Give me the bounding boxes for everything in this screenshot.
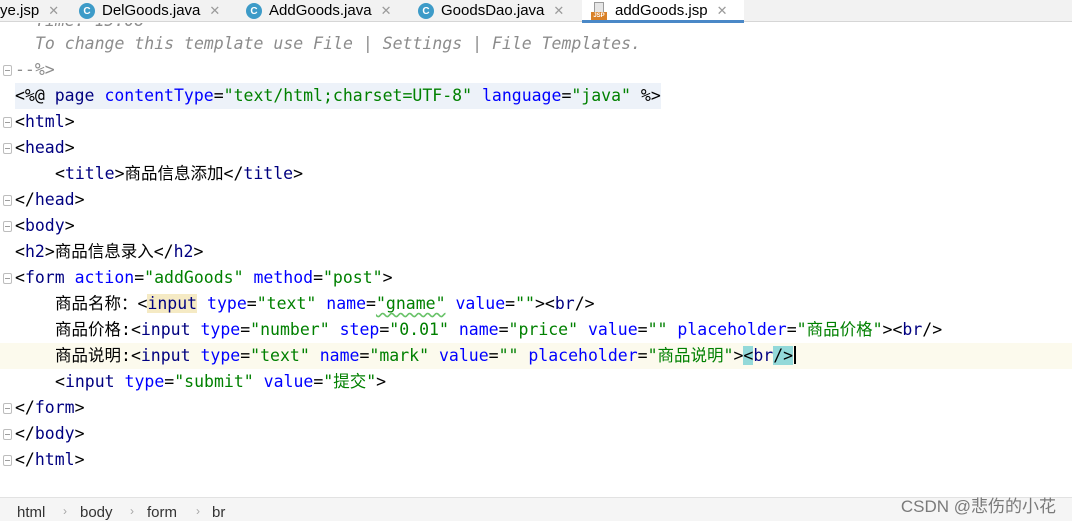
input-submit-line: <input type="submit" value="提交"> [55,372,387,391]
editor-tab-bar: ye.jsp ✕ C DelGoods.java ✕ C AddGoods.ja… [0,0,1072,23]
code-line: <h2>商品信息录入</h2> [0,239,1072,265]
close-icon[interactable]: ✕ [209,3,220,19]
close-icon[interactable]: ✕ [553,3,564,19]
tab-label: ye.jsp [0,2,40,19]
chevron-right-icon: › [130,504,134,518]
code-line: <input type="submit" value="提交"> [0,369,1072,395]
breadcrumb-item-html[interactable]: html [17,504,45,521]
code-line: --%> [0,57,1072,83]
input-price-line: 商品价格:<input type="number" step="0.01" na… [55,320,943,339]
close-icon[interactable]: ✕ [717,3,728,19]
code-line: 商品名称：<input type="text" name="gname" val… [0,291,1072,317]
page-directive: <%@ page contentType="text/html;charset=… [15,83,661,109]
code-line: 商品价格:<input type="number" step="0.01" na… [0,317,1072,343]
fold-marker-icon[interactable] [3,65,12,76]
jsp-badge: JSP [591,12,607,20]
code-line: <html> [0,109,1072,135]
tab-ye-jsp[interactable]: ye.jsp ✕ [0,0,59,22]
h2-element: <h2>商品信息录入</h2> [15,242,204,261]
form-open-tag: <form action="addGoods" method="post"> [15,268,393,287]
code-line: </body> [0,421,1072,447]
java-class-icon: C [246,3,262,19]
breadcrumb-item-form[interactable]: form [147,504,177,521]
html-close-tag: </html> [15,450,85,469]
code-line: <title>商品信息添加</title> [0,161,1072,187]
chevron-right-icon: › [196,504,200,518]
tab-label: DelGoods.java [102,2,201,19]
tab-addgoods-jsp[interactable]: JSP addGoods.jsp ✕ [582,0,744,23]
code-line: To change this template use File | Setti… [0,31,1072,57]
java-class-icon: C [418,3,434,19]
tab-label: AddGoods.java [269,2,372,19]
comment-text: To change this template use File | Setti… [35,34,641,53]
code-line: </form> [0,395,1072,421]
fold-marker-icon[interactable] [3,195,12,206]
close-icon[interactable]: ✕ [381,3,392,19]
tab-addgoods-java[interactable]: C AddGoods.java ✕ [246,0,391,22]
fold-marker-icon[interactable] [3,143,12,154]
code-line: <head> [0,135,1072,161]
input-mark-line: 商品说明:<input type="text" name="mark" valu… [55,343,797,369]
chevron-right-icon: › [63,504,67,518]
fold-marker-icon[interactable] [3,455,12,466]
code-line: <%@ page contentType="text/html;charset=… [0,83,1072,109]
input-gname-line: 商品名称：<input type="text" name="gname" val… [55,294,595,313]
head-close-tag: </head> [15,190,85,209]
code-line: <body> [0,213,1072,239]
tab-goodsdao-java[interactable]: C GoodsDao.java ✕ [418,0,564,22]
code-line-current: 商品说明:<input type="text" name="mark" valu… [0,343,1072,369]
breadcrumb-item-br[interactable]: br [212,504,225,521]
body-close-tag: </body> [15,424,85,443]
java-class-icon: C [79,3,95,19]
watermark-text: CSDN @悲伤的小花 [900,497,1056,516]
title-element: <title>商品信息添加</title> [55,164,304,183]
comment-close: --%> [15,60,55,79]
jsp-file-icon: JSP [591,2,607,20]
breadcrumb-item-body[interactable]: body [80,504,113,521]
head-open-tag: <head> [15,138,75,157]
tab-label: GoodsDao.java [441,2,545,19]
fold-marker-icon[interactable] [3,273,12,284]
tab-delgoods-java[interactable]: C DelGoods.java ✕ [79,0,220,22]
form-close-tag: </form> [15,398,85,417]
fold-marker-icon[interactable] [3,117,12,128]
body-open-tag: <body> [15,216,75,235]
code-line: </html> [0,447,1072,473]
html-open-tag: <html> [15,112,75,131]
tab-label: addGoods.jsp [615,2,708,19]
fold-marker-icon[interactable] [3,429,12,440]
text-caret [794,346,797,364]
fold-marker-icon[interactable] [3,403,12,414]
close-icon[interactable]: ✕ [48,3,59,19]
code-editor[interactable]: Time: 15:08 To change this template use … [0,23,1072,496]
code-line: </head> [0,187,1072,213]
code-line: <form action="addGoods" method="post"> [0,265,1072,291]
fold-marker-icon[interactable] [3,221,12,232]
